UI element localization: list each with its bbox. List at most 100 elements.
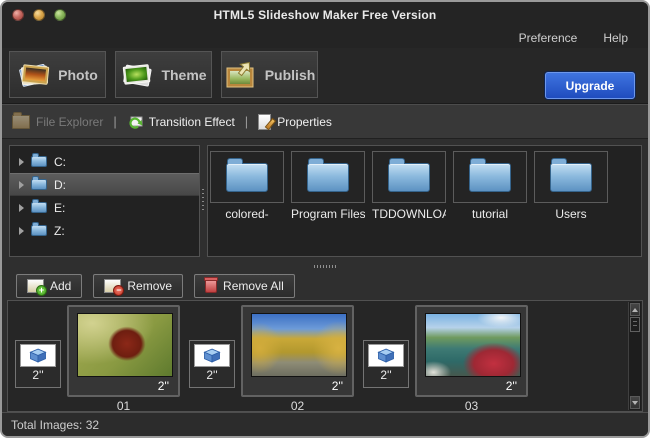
transition-duration: 2''	[32, 368, 44, 382]
close-button[interactable]	[12, 9, 24, 21]
remove-button[interactable]: − Remove	[93, 273, 184, 298]
expand-arrow-icon[interactable]	[19, 180, 24, 189]
photo-action-bar: + Add − Remove Remove All	[2, 271, 648, 300]
photo-image-1	[77, 313, 173, 377]
tab-publish[interactable]: Publish	[221, 51, 318, 98]
publish-icon	[226, 61, 254, 87]
photo-stack-icon	[19, 63, 50, 87]
menu-bar: Preference Help	[2, 27, 648, 48]
scrollbar-thumb[interactable]	[630, 317, 640, 332]
folder-item[interactable]: TDDOWNLOA	[372, 151, 446, 221]
expand-arrow-icon[interactable]	[19, 226, 24, 235]
expand-arrow-icon[interactable]	[19, 157, 24, 166]
folder-label: TDDOWNLOA	[372, 207, 446, 221]
file-explorer-label: File Explorer	[36, 114, 104, 129]
expand-arrow-icon[interactable]	[19, 203, 24, 212]
upgrade-button[interactable]: Upgrade	[545, 72, 635, 99]
drive-label: C:	[54, 154, 66, 169]
timeline-group-1: 2'' 2'' 01	[15, 305, 189, 413]
window-controls	[12, 9, 66, 21]
folder-browser-panel: colored- Program Files TDDOWNLOA tutoria…	[207, 145, 642, 257]
drive-folder-icon	[31, 176, 47, 190]
tab-theme[interactable]: Theme	[115, 51, 212, 98]
transition-cube-icon	[29, 348, 47, 363]
toolbar-separator: |	[113, 114, 117, 129]
folder-icon	[307, 157, 349, 192]
folder-item[interactable]: Program Files	[291, 151, 365, 221]
scroll-down-button[interactable]	[630, 396, 640, 409]
folder-label: Users	[555, 207, 587, 221]
folder-item[interactable]: tutorial	[453, 151, 527, 221]
remove-all-button[interactable]: Remove All	[194, 273, 295, 298]
properties-button[interactable]: Properties	[258, 113, 332, 130]
trash-icon	[204, 276, 219, 293]
status-bar: Total Images: 32	[2, 412, 648, 436]
properties-label: Properties	[277, 114, 332, 129]
horizontal-splitter[interactable]	[2, 263, 648, 271]
drive-tree-panel: C: D: E: Z:	[9, 145, 200, 257]
toolbar-separator: |	[244, 114, 249, 129]
tab-photo-label: Photo	[58, 66, 98, 83]
photo-image-3	[425, 313, 521, 377]
transition-duration: 2''	[206, 368, 218, 382]
tab-theme-label: Theme	[161, 66, 207, 83]
folder-icon	[469, 157, 511, 192]
drive-label: D:	[54, 177, 66, 192]
drive-folder-icon	[31, 199, 47, 213]
transition-button-1[interactable]: 2''	[15, 340, 61, 388]
menu-preference[interactable]: Preference	[519, 31, 578, 45]
photo-duration: 2''	[157, 379, 169, 393]
up-arrow-icon	[632, 307, 638, 312]
window-title: HTML5 Slideshow Maker Free Version	[213, 7, 437, 22]
transition-button-2[interactable]: 2''	[189, 340, 235, 388]
transition-effect-label: Transition Effect	[148, 114, 235, 129]
folder-label: Program Files	[291, 207, 365, 221]
timeline-group-3: 2'' 2'' 03	[363, 305, 537, 413]
transition-button-3[interactable]: 2''	[363, 340, 409, 388]
add-label: Add	[50, 278, 72, 293]
drive-label: E:	[54, 200, 66, 215]
total-images-status: Total Images: 32	[11, 417, 100, 432]
tree-item-e[interactable]: E:	[10, 196, 199, 219]
tree-item-d[interactable]: D:	[10, 173, 199, 196]
drive-label: Z:	[54, 223, 65, 238]
transition-effect-button[interactable]: Transition Effect	[127, 114, 235, 130]
photo-image-2	[251, 313, 347, 377]
folder-item[interactable]: Users	[534, 151, 608, 221]
photo-number: 01	[116, 399, 131, 413]
photo-number: 03	[464, 399, 479, 413]
photo-duration: 2''	[331, 379, 343, 393]
add-photo-icon: +	[27, 278, 47, 296]
remove-photo-icon: −	[104, 278, 125, 296]
vertical-splitter[interactable]	[201, 189, 205, 211]
scroll-up-button[interactable]	[630, 303, 640, 316]
app-window: HTML5 Slideshow Maker Free Version Prefe…	[0, 0, 650, 438]
zoom-button[interactable]	[54, 9, 66, 21]
remove-label: Remove	[127, 278, 173, 293]
folder-item[interactable]: colored-	[210, 151, 284, 221]
tab-publish-label: Publish	[264, 66, 316, 83]
folder-label: tutorial	[471, 207, 509, 221]
folder-icon	[388, 157, 430, 192]
title-bar: HTML5 Slideshow Maker Free Version	[2, 2, 648, 27]
transition-effect-icon	[129, 116, 143, 129]
timeline-scrollbar[interactable]	[628, 302, 641, 410]
file-explorer-button[interactable]: File Explorer	[12, 111, 104, 129]
photo-thumbnail-3[interactable]: 2'' 03	[415, 305, 528, 413]
transition-cube-icon	[203, 348, 221, 363]
tab-photo[interactable]: Photo	[9, 51, 106, 98]
folder-label: colored-	[225, 207, 269, 221]
tree-item-c[interactable]: C:	[10, 150, 199, 173]
photo-thumbnail-2[interactable]: 2'' 02	[241, 305, 354, 413]
down-arrow-icon	[632, 400, 638, 405]
timeline-panel: 2'' 2'' 01 2'' 2'' 02 2'' 2'' 03	[7, 300, 643, 413]
add-button[interactable]: + Add	[16, 273, 83, 298]
transition-cube-icon	[377, 348, 395, 363]
photo-number: 02	[290, 399, 305, 413]
upgrade-label: Upgrade	[565, 78, 615, 93]
properties-icon	[258, 113, 272, 130]
minimize-button[interactable]	[33, 9, 45, 21]
photo-thumbnail-1[interactable]: 2'' 01	[67, 305, 180, 413]
menu-help[interactable]: Help	[603, 31, 628, 45]
tree-item-z[interactable]: Z:	[10, 219, 199, 242]
